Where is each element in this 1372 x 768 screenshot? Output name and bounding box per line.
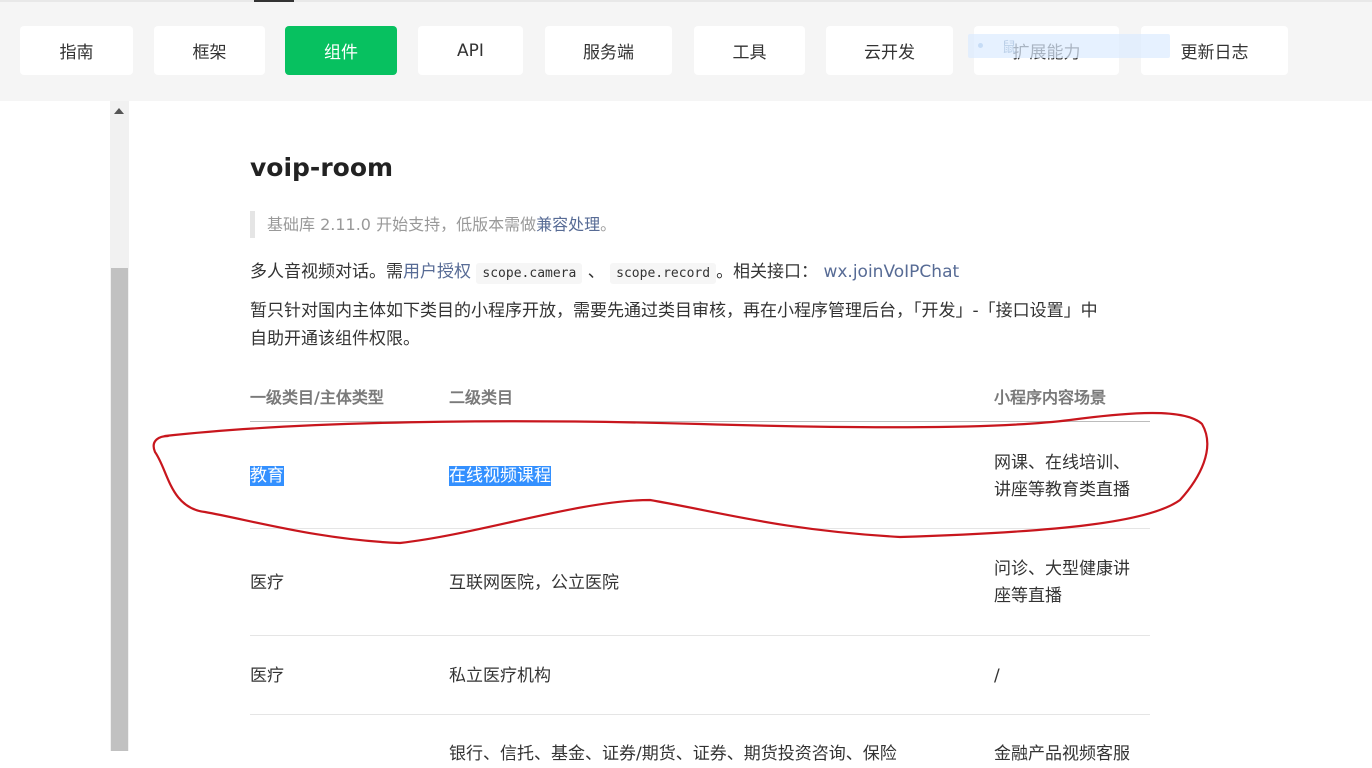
- red-circle-annotation: [152, 411, 1209, 545]
